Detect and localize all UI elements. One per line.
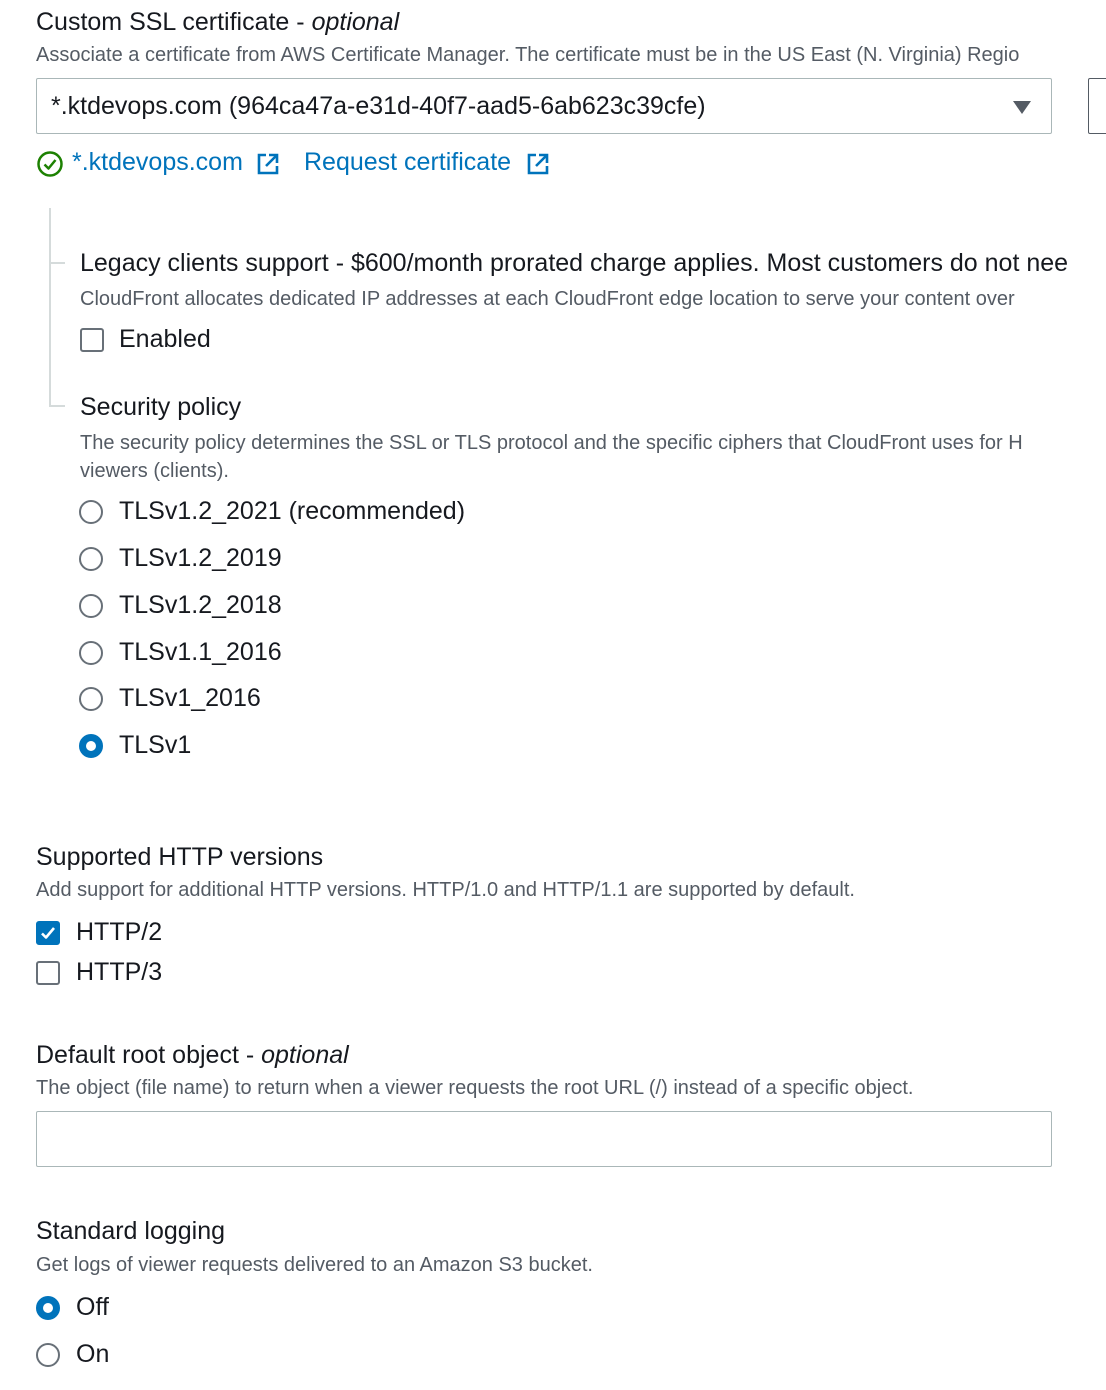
root-object-label-text: Default root object - [36,1041,262,1069]
standard-logging-description: Get logs of viewer requests delivered to… [36,1254,593,1276]
security-policy-description-cont: viewers (clients). [80,460,229,482]
security-policy-option[interactable]: TLSv1_2016 [119,684,261,713]
security-policy-radio[interactable] [79,547,103,571]
http3-label[interactable]: HTTP/3 [76,958,162,987]
request-certificate-link[interactable]: Request certificate [304,148,511,177]
tree-guide-branch [49,262,65,264]
security-policy-option[interactable]: TLSv1.2_2021 (recommended) [119,497,465,526]
security-policy-radio[interactable] [79,687,103,711]
distribution-settings-form: Custom SSL certificate - optional Associ… [0,0,1106,1390]
http-versions-label: Supported HTTP versions [36,843,324,871]
logging-off-radio[interactable] [36,1296,60,1320]
root-object-input[interactable] [36,1111,1052,1167]
external-link-icon[interactable] [526,152,550,176]
standard-logging-label: Standard logging [36,1217,226,1245]
checkmark-icon [41,927,55,939]
security-policy-radio[interactable] [79,500,103,524]
logging-on-radio[interactable] [36,1343,60,1367]
legacy-clients-label: Legacy clients support - $600/month pror… [80,249,1069,277]
caret-down-icon [1013,101,1031,114]
root-object-description: The object (file name) to return when a … [36,1077,914,1099]
optional-tag: optional [311,8,400,36]
legacy-clients-checkbox[interactable] [80,328,104,352]
http2-label[interactable]: HTTP/2 [76,918,162,947]
root-object-label: Default root object - optional [36,1041,349,1070]
tree-guide-line [49,208,51,406]
security-policy-option[interactable]: TLSv1.2_2019 [119,544,282,573]
security-policy-radio[interactable] [79,641,103,665]
external-link-icon[interactable] [256,152,280,176]
tree-guide-branch [49,405,65,407]
refresh-certificates-button[interactable] [1088,78,1106,134]
http2-checkbox[interactable] [36,921,60,945]
security-policy-option[interactable]: TLSv1.1_2016 [119,638,282,667]
security-policy-option[interactable]: TLSv1.2_2018 [119,591,282,620]
security-policy-radio-selected[interactable] [79,734,103,758]
legacy-clients-enabled-label[interactable]: Enabled [119,325,211,354]
ssl-certificate-description: Associate a certificate from AWS Certifi… [36,44,1020,66]
ssl-certificate-label-text: Custom SSL certificate - [36,8,312,36]
security-policy-label: Security policy [80,393,242,421]
security-policy-radio[interactable] [79,594,103,618]
http-versions-description: Add support for additional HTTP versions… [36,879,855,901]
logging-off-label[interactable]: Off [76,1293,109,1322]
security-policy-description: The security policy determines the SSL o… [80,432,1023,454]
security-policy-option[interactable]: TLSv1 [119,731,191,760]
selected-certificate-value: *.ktdevops.com (964ca47a-e31d-40f7-aad5-… [51,92,706,120]
check-circle-icon [37,151,63,177]
http3-checkbox[interactable] [36,961,60,985]
optional-tag: optional [261,1041,349,1069]
logging-on-label[interactable]: On [76,1340,109,1369]
ssl-certificate-label: Custom SSL certificate - optional [36,8,399,37]
certificate-link[interactable]: *.ktdevops.com [72,148,243,177]
ssl-certificate-select[interactable]: *.ktdevops.com (964ca47a-e31d-40f7-aad5-… [36,78,1052,134]
legacy-clients-description: CloudFront allocates dedicated IP addres… [80,288,1015,310]
